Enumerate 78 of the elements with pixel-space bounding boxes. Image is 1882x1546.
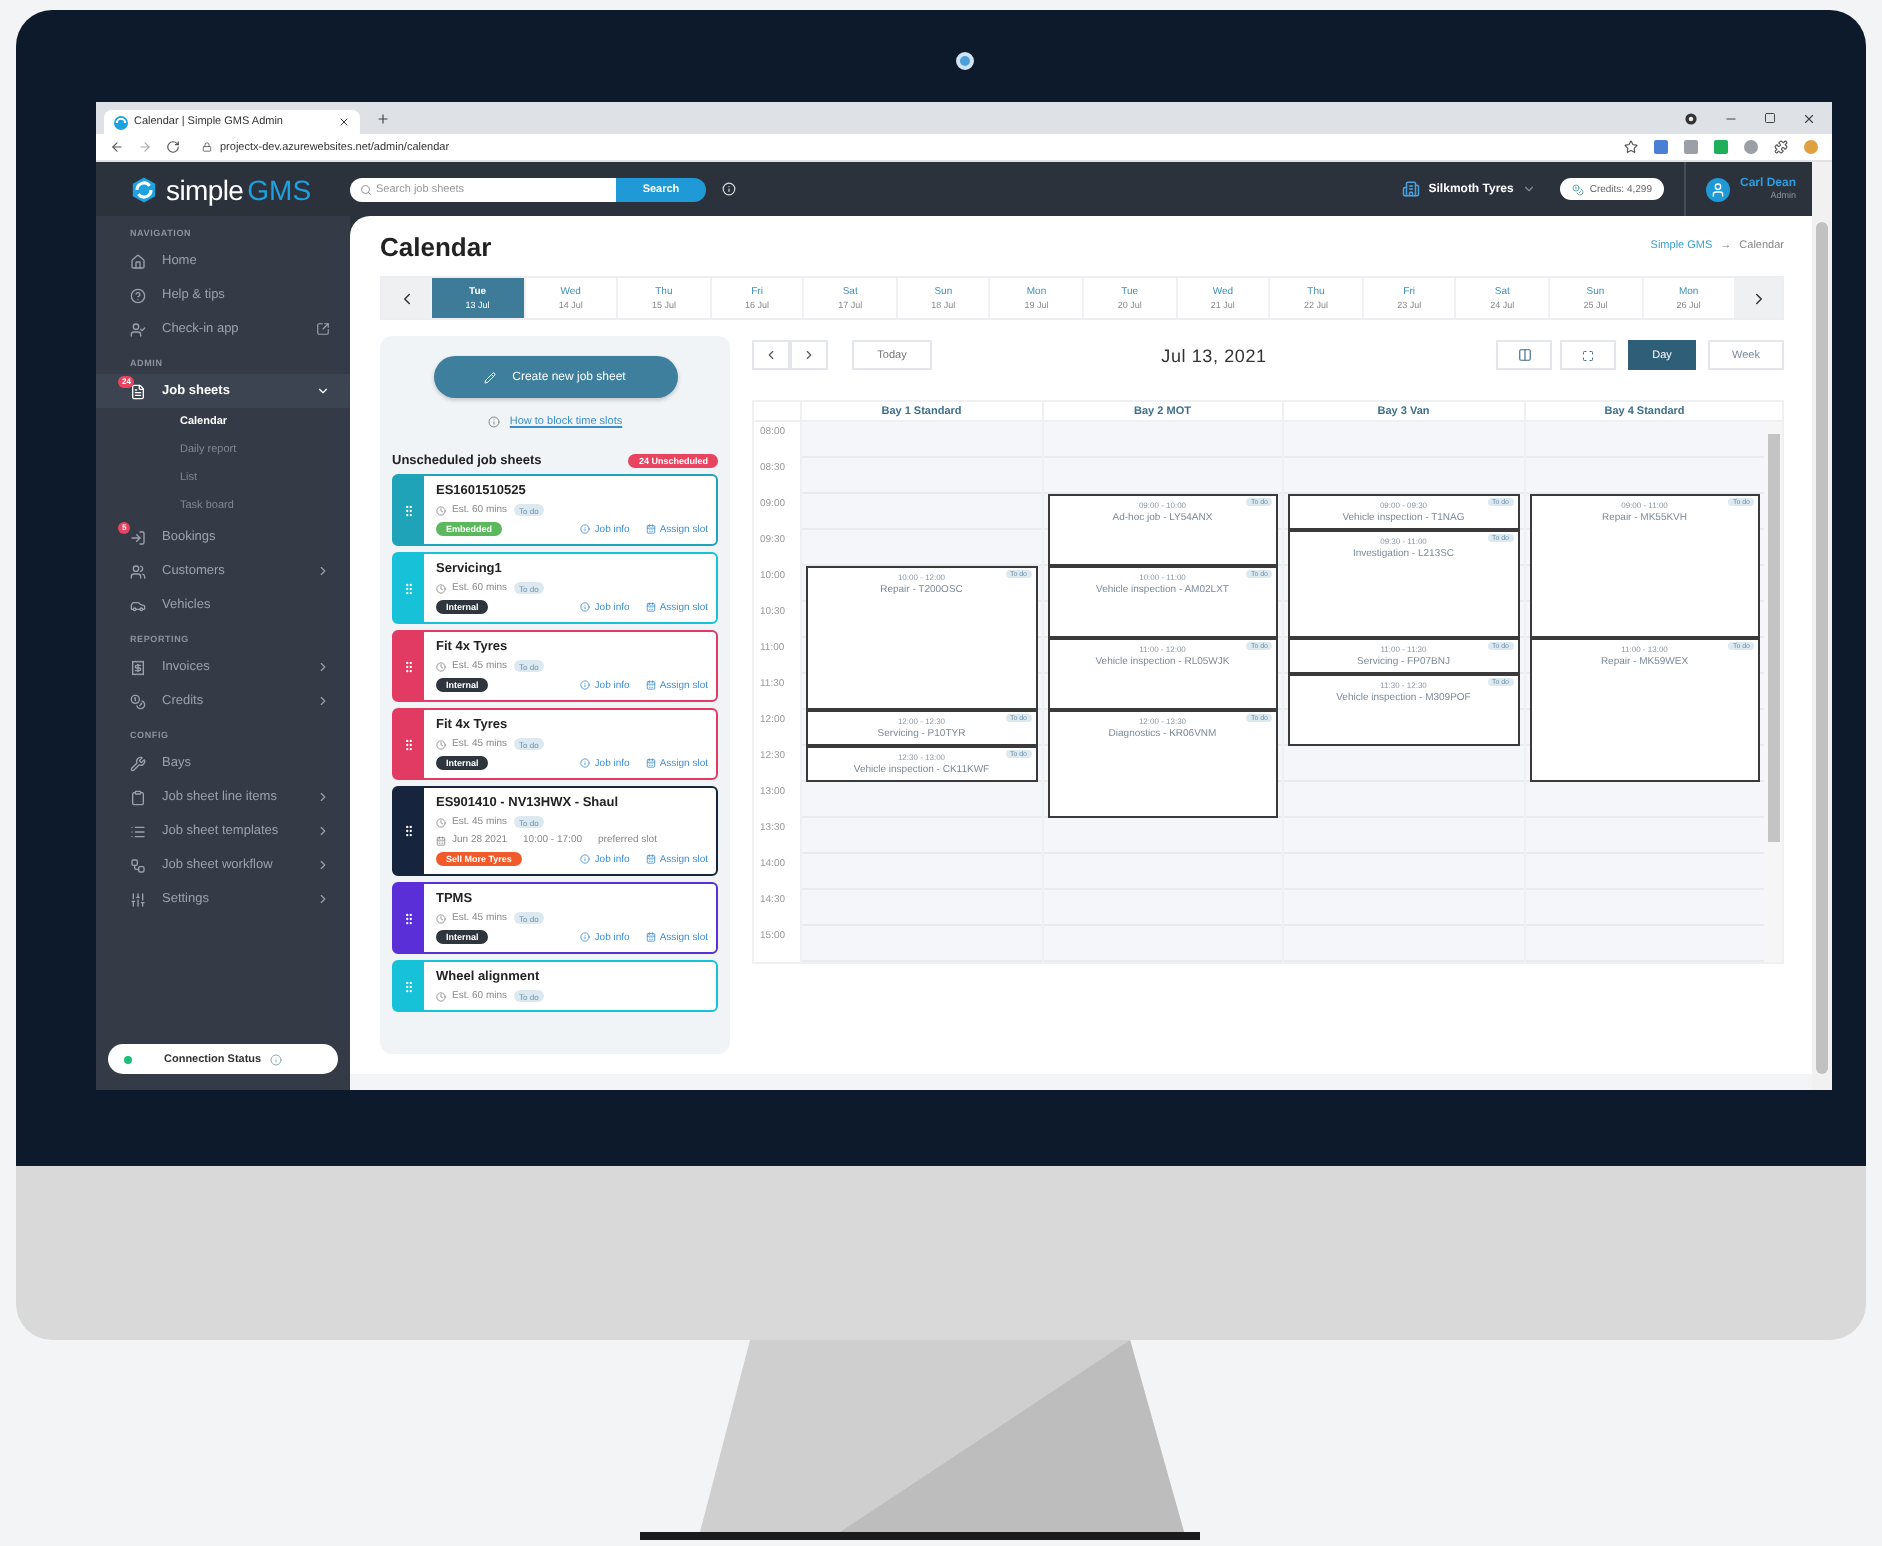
document-icon xyxy=(130,383,146,399)
clock-icon xyxy=(436,661,446,671)
wrench-icon xyxy=(130,755,146,771)
clock-icon xyxy=(436,817,446,827)
clipboard-icon xyxy=(130,789,146,805)
grip-icon[interactable] xyxy=(402,503,416,517)
help-icon xyxy=(130,287,146,303)
info-icon[interactable] xyxy=(722,182,736,196)
grip-icon[interactable] xyxy=(402,911,416,925)
columns-icon xyxy=(1517,348,1531,362)
chevron-left-icon xyxy=(764,348,778,362)
pencil-icon xyxy=(484,371,497,383)
sliders-icon xyxy=(130,891,146,907)
logo[interactable]: simpleGMS xyxy=(96,173,350,205)
extension-icon[interactable] xyxy=(1744,140,1758,154)
back-icon[interactable] xyxy=(110,140,124,154)
calendar-icon xyxy=(645,524,656,534)
grip-icon[interactable] xyxy=(402,979,416,993)
chevron-down-icon[interactable] xyxy=(1521,182,1536,196)
close-icon[interactable] xyxy=(1802,111,1816,125)
avatar[interactable] xyxy=(1705,177,1730,201)
clock-icon xyxy=(436,991,446,1001)
calendar-icon xyxy=(645,758,656,768)
list-icon xyxy=(130,823,146,839)
clock-icon xyxy=(436,739,446,749)
info-icon xyxy=(580,602,591,612)
clock-icon xyxy=(436,505,446,515)
forward-icon[interactable] xyxy=(138,140,152,154)
calendar-icon xyxy=(645,932,656,942)
scrollbar[interactable] xyxy=(1812,162,1832,1090)
receipt-icon xyxy=(130,659,146,675)
calendar-icon xyxy=(645,602,656,612)
close-icon[interactable] xyxy=(338,116,350,128)
info-icon xyxy=(580,758,591,768)
clock-icon xyxy=(436,913,446,923)
calendar-icon xyxy=(645,680,656,690)
maximize-icon[interactable] xyxy=(1764,112,1776,124)
info-icon xyxy=(580,854,591,864)
profile-icon[interactable] xyxy=(1684,111,1698,125)
search-icon xyxy=(360,183,372,195)
coins-icon xyxy=(1571,183,1584,195)
info-icon xyxy=(580,932,591,942)
car-icon xyxy=(130,597,146,613)
lock-icon xyxy=(202,142,212,152)
house-icon xyxy=(130,253,146,269)
info-icon xyxy=(487,416,500,428)
login-icon xyxy=(130,529,146,545)
extension-icon[interactable] xyxy=(1804,140,1818,154)
columns-button[interactable] xyxy=(1496,340,1552,370)
puzzle-icon[interactable] xyxy=(1774,140,1788,154)
logo-icon xyxy=(130,175,158,203)
status-dot xyxy=(124,1055,132,1063)
grip-icon[interactable] xyxy=(402,824,416,838)
info-icon xyxy=(269,1053,282,1065)
workflow-icon xyxy=(130,857,146,873)
user-icon xyxy=(1709,181,1726,197)
calendar-title: Jul 13, 2021 xyxy=(1159,345,1269,365)
calendar-icon xyxy=(645,854,656,864)
page-title: Calendar xyxy=(380,231,492,261)
star-icon[interactable] xyxy=(1624,140,1638,154)
calendar-icon xyxy=(436,835,446,845)
grip-icon[interactable] xyxy=(402,581,416,595)
coins-icon xyxy=(130,693,146,709)
building-icon xyxy=(1402,180,1421,198)
scrollbar[interactable] xyxy=(1764,422,1782,962)
grip-icon[interactable] xyxy=(402,659,416,673)
user-check-icon xyxy=(130,321,146,337)
grip-icon[interactable] xyxy=(402,737,416,751)
favicon-icon xyxy=(114,115,128,129)
clock-icon xyxy=(436,583,446,593)
chevron-right-icon xyxy=(802,348,816,362)
webcam-icon xyxy=(955,52,973,70)
info-icon xyxy=(580,524,591,534)
info-icon xyxy=(580,680,591,690)
reload-icon[interactable] xyxy=(166,140,180,154)
external-link-icon xyxy=(316,322,330,336)
users-icon xyxy=(130,563,146,579)
new-tab-icon[interactable] xyxy=(376,111,390,125)
